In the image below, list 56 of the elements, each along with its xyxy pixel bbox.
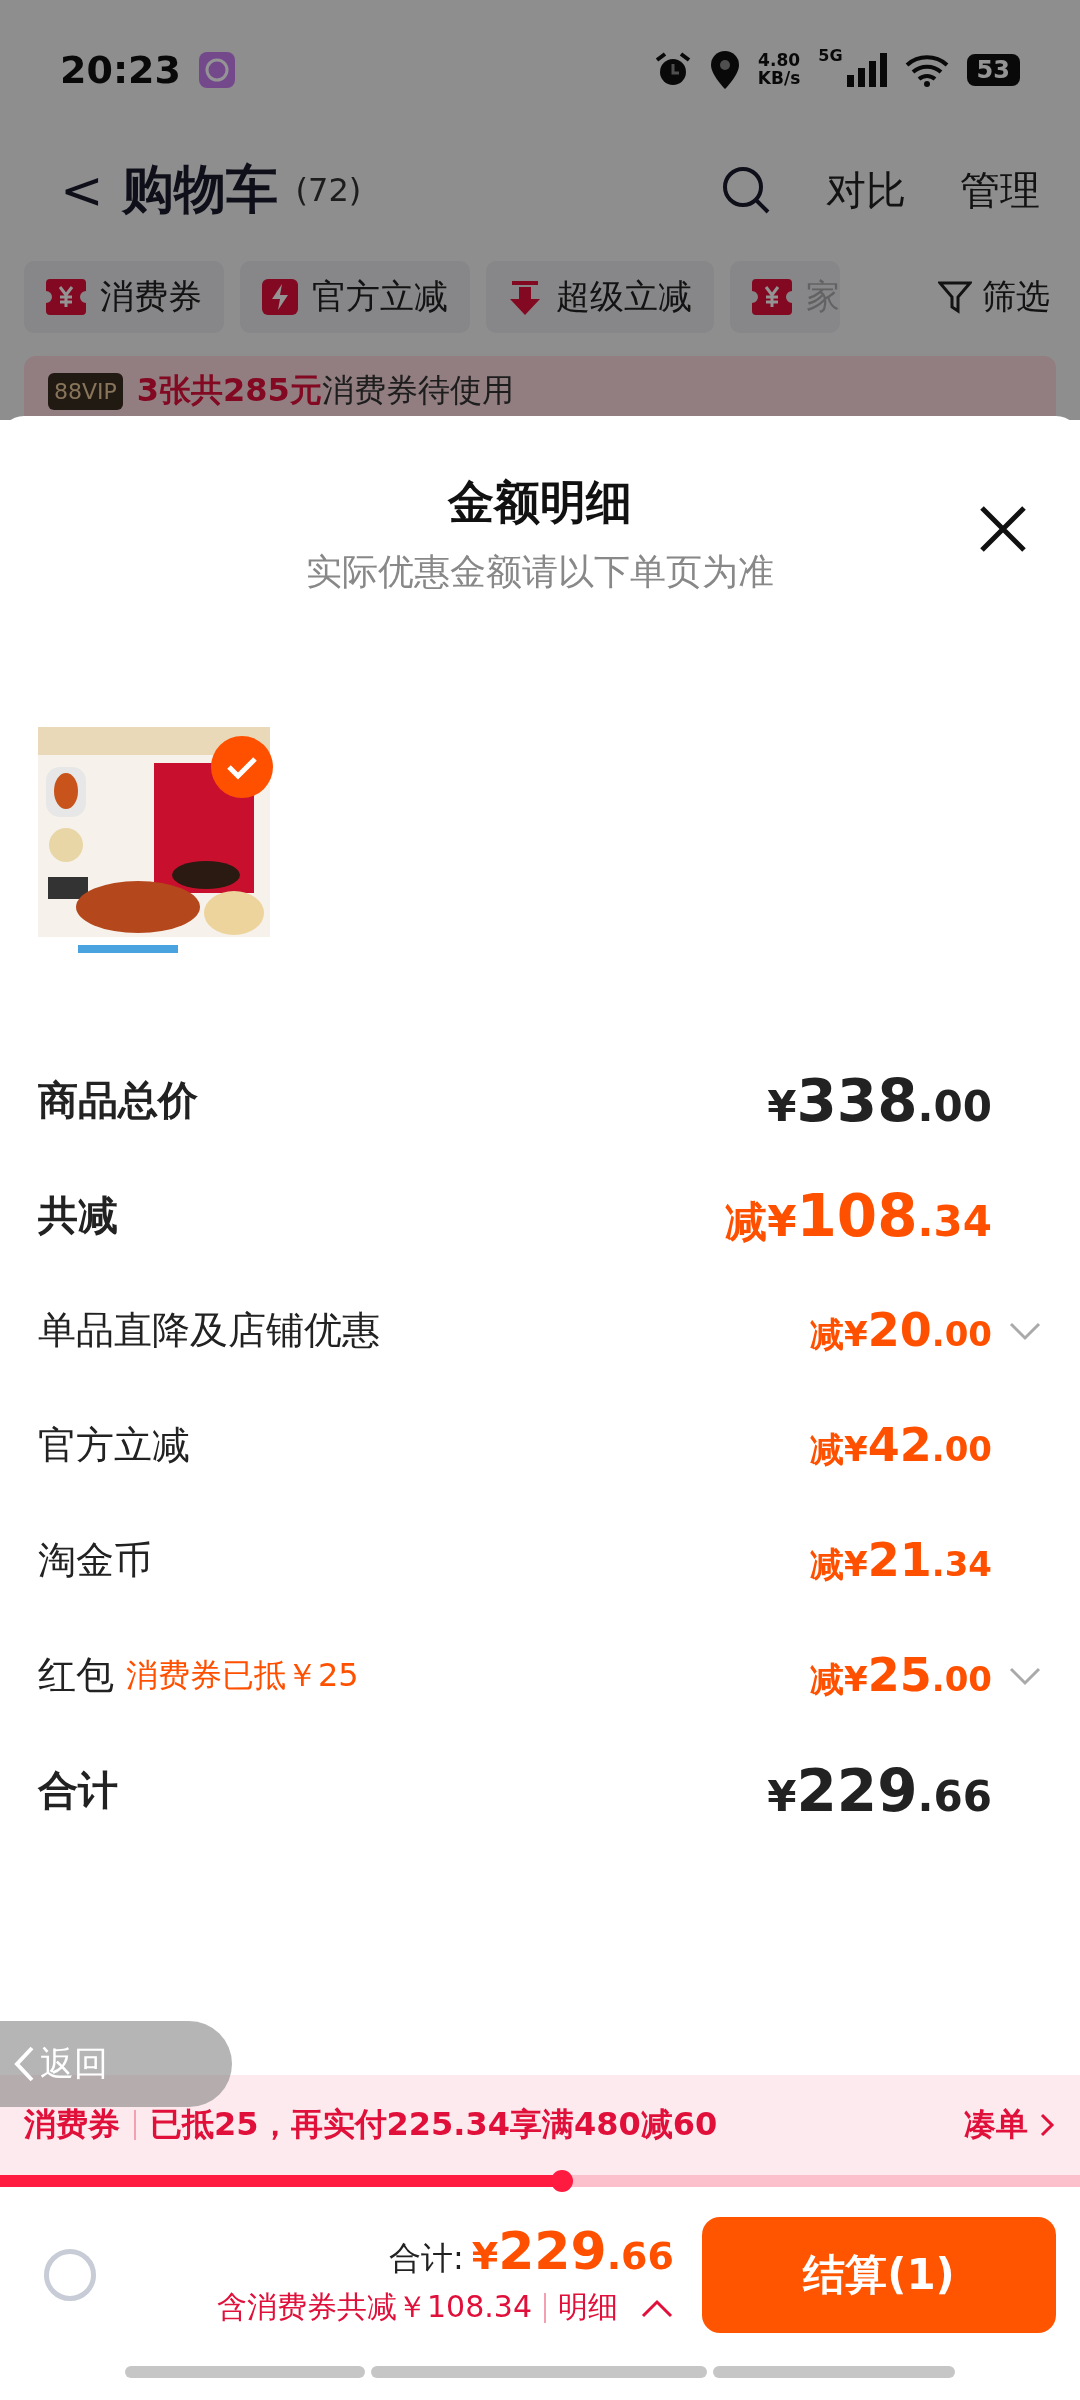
checkmark-icon[interactable] <box>210 735 274 799</box>
vip-badge: 88VIP <box>48 372 123 410</box>
filter-chip[interactable]: 官方立减 <box>240 261 470 333</box>
coupon-progress-text: 已抵25，再实付225.34享满480减60 <box>150 2104 718 2145</box>
row-label: 红包 <box>38 1652 114 1699</box>
select-all-checkbox[interactable] <box>44 2248 96 2301</box>
amount: 减¥21.34 <box>810 1533 992 1588</box>
app-icon <box>198 52 235 88</box>
funnel-icon <box>938 280 972 314</box>
row-label: 商品总价 <box>38 1076 198 1125</box>
filter-chip[interactable]: 消费券 <box>24 261 224 333</box>
amount: 减¥108.34 <box>725 1181 992 1250</box>
details-toggle[interactable]: 明细 <box>558 2287 674 2328</box>
row-label: 合计 <box>38 1766 118 1815</box>
sheet-subtitle: 实际优惠金额请以下单页为准 <box>306 550 774 594</box>
amount: 减¥25.00 <box>810 1648 992 1703</box>
row-note: 消费券已抵￥25 <box>126 1654 359 1696</box>
row-label: 淘金币 <box>38 1537 152 1584</box>
page-title: 购物车 <box>121 158 278 221</box>
lightning-icon <box>262 279 298 315</box>
network-speed: 4.80 KB/s <box>757 52 801 88</box>
sheet-title: 金额明细 <box>448 474 632 531</box>
chevron-down-icon <box>1008 1320 1042 1341</box>
amount: 减¥20.00 <box>810 1303 992 1358</box>
vip-coupon-text: 3张共285元消费券待使用 <box>136 370 514 411</box>
total-price: ¥229.66 <box>471 2221 674 2281</box>
signal-icon <box>846 53 887 87</box>
filter-chip[interactable]: 超级立减 <box>486 261 714 333</box>
chevron-left-icon <box>12 2044 36 2084</box>
ticket-icon <box>752 279 792 315</box>
checkout-button[interactable]: 结算(1) <box>702 2216 1056 2333</box>
row-label: 单品直降及店铺优惠 <box>38 1307 380 1354</box>
add-items-link[interactable]: 凑单 <box>964 2103 1056 2147</box>
savings-text: 含消费券共减￥108.34 <box>217 2288 532 2326</box>
amount: 减¥42.00 <box>810 1418 992 1473</box>
wifi-icon <box>904 53 949 87</box>
search-icon[interactable] <box>720 164 772 216</box>
ticket-icon <box>46 279 86 315</box>
item-count: (72) <box>295 171 362 209</box>
battery-level: 53 <box>966 54 1020 86</box>
header-action[interactable]: 管理 <box>960 162 1040 218</box>
row-label: 官方立减 <box>38 1422 190 1469</box>
caret-up-icon <box>640 2297 674 2318</box>
back-button[interactable]: < <box>60 160 104 220</box>
status-time: 20:23 <box>60 48 181 92</box>
chevron-right-icon <box>1038 2111 1056 2139</box>
down-arrow-icon <box>508 279 542 315</box>
network-type: 5G <box>818 46 843 65</box>
total-label: 合计: <box>388 2238 464 2279</box>
row-label: 共减 <box>38 1191 118 1240</box>
chevron-down-icon <box>1008 1665 1042 1686</box>
location-icon <box>709 51 740 89</box>
amount: ¥338.00 <box>767 1066 992 1135</box>
filter-button[interactable]: 筛选 <box>932 273 1056 321</box>
header-action[interactable]: 对比 <box>826 162 906 218</box>
amount: ¥229.66 <box>767 1756 992 1825</box>
